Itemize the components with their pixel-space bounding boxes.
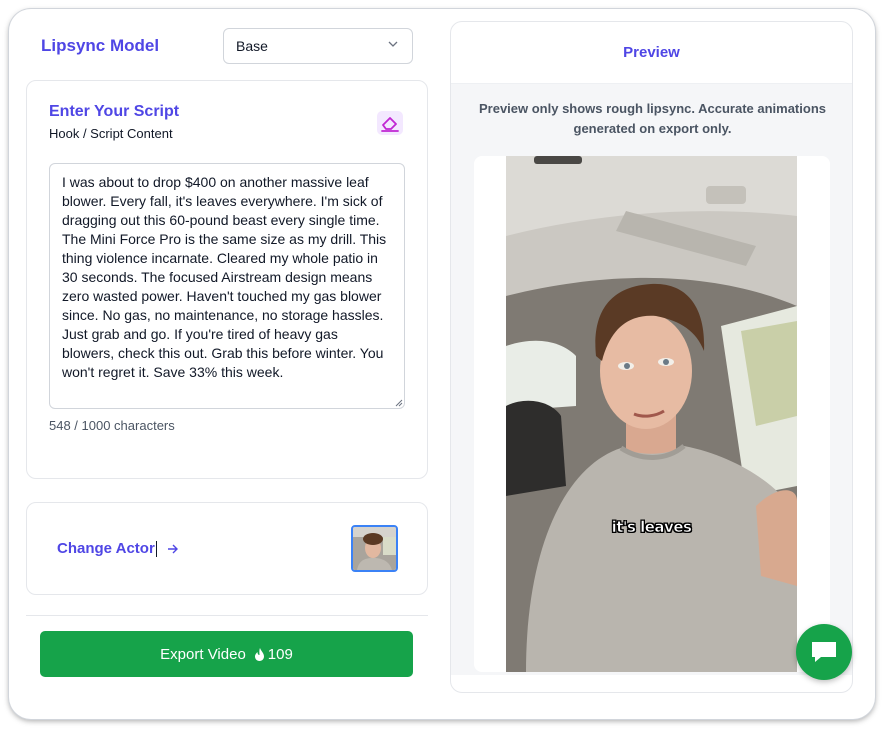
lipsync-model-label: Lipsync Model xyxy=(41,36,160,55)
text-cursor xyxy=(155,540,157,557)
video-caption: it's leaves xyxy=(611,518,692,537)
preview-panel: Preview Preview only shows rough lipsync… xyxy=(450,21,853,693)
actor-card: Change Actor xyxy=(26,502,428,595)
chat-button[interactable] xyxy=(796,624,852,680)
preview-body: Preview only shows rough lipsync. Accura… xyxy=(451,84,852,675)
export-video-button[interactable]: Export Video 109 xyxy=(40,631,413,677)
export-video-label: Export Video xyxy=(160,645,246,663)
script-subtitle: Hook / Script Content xyxy=(49,126,173,141)
eraser-icon[interactable] xyxy=(377,111,403,135)
preview-note: Preview only shows rough lipsync. Accura… xyxy=(478,101,826,136)
preview-title: Preview xyxy=(451,22,852,84)
actor-photo xyxy=(353,527,396,570)
divider xyxy=(26,615,428,616)
model-select[interactable]: Base xyxy=(223,28,413,64)
chevron-down-icon xyxy=(388,41,398,47)
change-actor-link[interactable]: Change Actor xyxy=(57,540,179,557)
script-card: Enter Your Script Hook / Script Content … xyxy=(26,80,428,479)
preview-video[interactable]: it's leaves xyxy=(506,156,797,672)
video-frame xyxy=(506,156,797,672)
actor-thumbnail[interactable] xyxy=(351,525,398,572)
resize-grip-icon[interactable] xyxy=(395,399,403,407)
model-select-value: Base xyxy=(236,38,268,54)
character-count: 548 / 1000 characters xyxy=(49,418,175,433)
credit-cost: 109 xyxy=(254,646,293,663)
flame-icon xyxy=(254,647,264,661)
change-actor-label: Change Actor xyxy=(57,540,155,557)
script-textarea[interactable] xyxy=(49,163,405,409)
arrow-right-icon xyxy=(167,544,178,553)
video-card: it's leaves xyxy=(474,156,830,672)
app-window: Lipsync Model Base Enter Your Script Hoo… xyxy=(9,9,875,719)
chat-bubble-icon xyxy=(812,642,836,662)
script-title: Enter Your Script xyxy=(49,103,180,120)
credit-amount: 109 xyxy=(267,645,293,663)
